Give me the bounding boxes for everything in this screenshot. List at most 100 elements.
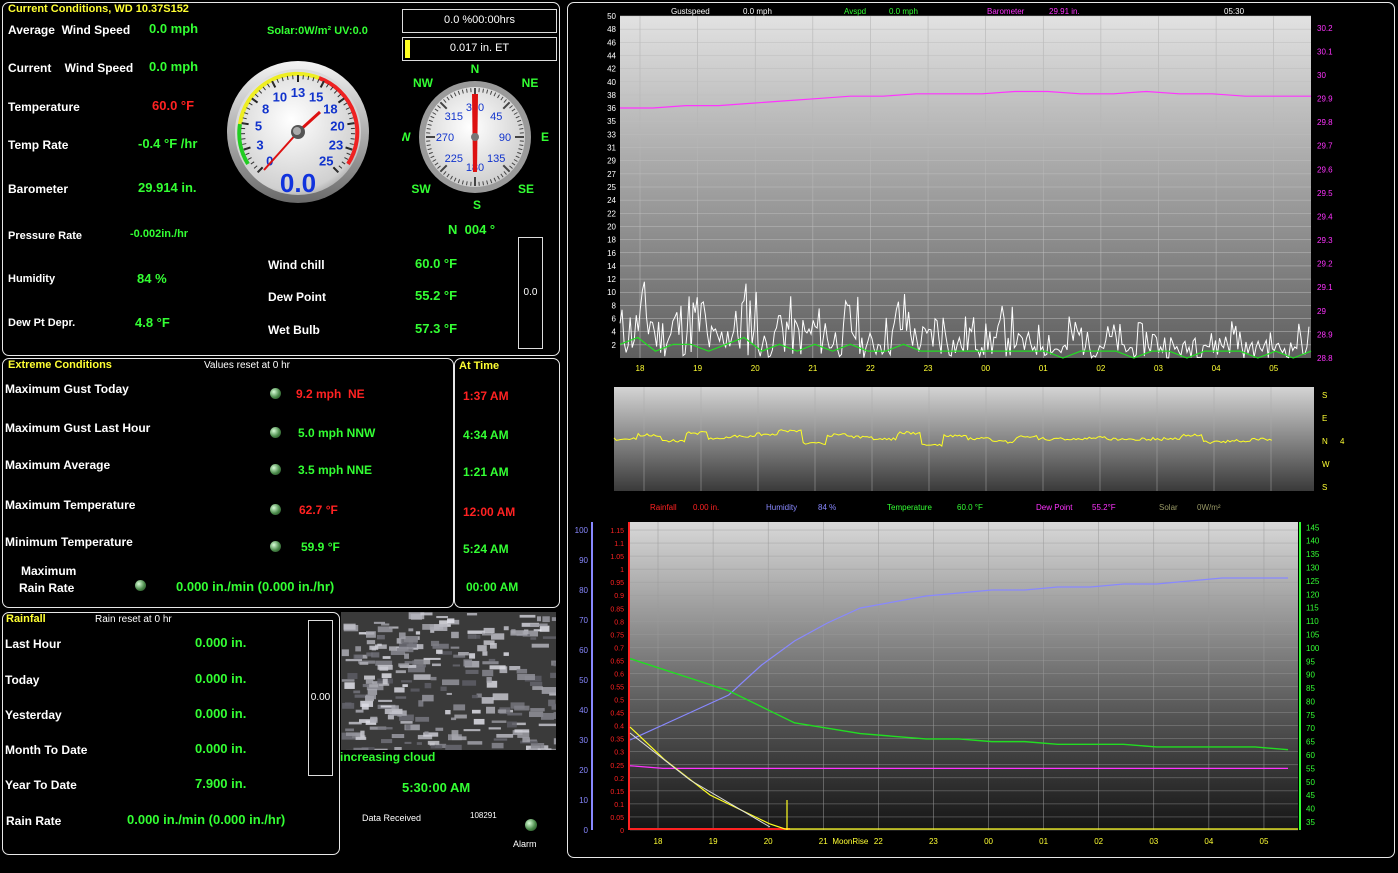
gauge-tick-label: 23 (329, 137, 343, 152)
bottom-y-rain-tick: 0.95 (610, 580, 624, 587)
top-y-tick: 29 (607, 157, 616, 166)
extreme-led-1 (270, 427, 281, 438)
bottom-y-temp-tick: 80 (1306, 697, 1315, 706)
gauge-tick-label: 10 (273, 89, 287, 104)
extreme-value-2: 3.5 mph NNE (298, 463, 373, 477)
rain-rate-value: 0.000 in./min (0.000 in./hr) (127, 812, 286, 827)
top-x-tick: 22 (866, 364, 875, 373)
legend-top-name-0: Gustspeed (671, 7, 710, 16)
rain-value-1: 0.000 in. (195, 671, 247, 686)
bottom-y-humidity-tick: 70 (579, 616, 588, 625)
gauge-tick-label: 15 (309, 89, 323, 104)
extreme-time-1: 4:34 AM (463, 428, 509, 442)
top-y2-tick: 29.1 (1317, 283, 1333, 292)
legend-top-value-1: 0.0 mph (889, 7, 918, 16)
bottom-y-temp-tick: 100 (1306, 644, 1320, 653)
bottom-y-rain-tick: 1.1 (614, 541, 624, 548)
extreme-led-3 (270, 504, 281, 515)
legend-bottom-name-2: Temperature (887, 503, 932, 512)
bottom-y-rain-tick: 0.7 (614, 645, 624, 652)
bottom-y-temp-tick: 145 (1306, 523, 1320, 532)
current-value-3: -0.4 °F /hr (138, 136, 198, 151)
extra-value-0: 60.0 °F (415, 256, 458, 271)
bottom-y-temp-tick: 95 (1306, 657, 1315, 666)
extreme-value-3: 62.7 °F (299, 503, 338, 517)
bottom-y-rain-tick: 0.3 (614, 750, 624, 757)
bottom-y-rain-tick: 0.85 (610, 606, 624, 613)
bottom-y-humidity-tick: 10 (579, 796, 588, 805)
bottom-y-temp-tick: 85 (1306, 684, 1315, 693)
rain-rate-label: Rain Rate (6, 814, 62, 828)
current-label-1: Current Wind Speed (8, 61, 134, 75)
top-y-tick: 22 (607, 209, 616, 218)
bottom-x-tick: 04 (1204, 837, 1213, 846)
bottom-y-temp-tick: 105 (1306, 630, 1320, 639)
bottom-y-rain-tick: 0.4 (614, 724, 624, 731)
bottom-y-rain-tick: 0.25 (610, 763, 624, 770)
bottom-y-humidity-tick: 60 (579, 646, 588, 655)
direction-current-value: 4 (1340, 437, 1345, 446)
top-y2-tick: 29.3 (1317, 236, 1333, 245)
top-y-tick: 50 (607, 12, 616, 21)
extra-value-2: 57.3 °F (415, 321, 458, 336)
direction-axis-label: N (1322, 437, 1328, 446)
bottom-y-temp-tick: 40 (1306, 805, 1315, 814)
extreme-value-4: 59.9 °F (301, 540, 340, 554)
extreme-time-3: 12:00 AM (463, 505, 516, 519)
bottom-y-rain-tick: 0.45 (610, 711, 624, 718)
gauge-tick-label: 3 (256, 137, 263, 152)
bottom-y-temp-tick: 70 (1306, 724, 1315, 733)
bottom-y-rain-tick: 0.65 (610, 658, 624, 665)
bottom-y-humidity-tick: 30 (579, 736, 588, 745)
sunshine-text: 0.0 %00:00hrs (444, 14, 515, 26)
max-rain-time: 00:00 AM (466, 580, 519, 594)
bottom-y-temp-tick: 75 (1306, 711, 1315, 720)
compass-degree-label: 45 (490, 111, 502, 123)
bottom-x-tick: 23 (929, 837, 938, 846)
current-value-2: 60.0 °F (152, 98, 195, 113)
legend-bottom-name-0: Rainfall (650, 503, 677, 512)
compass-degree-label: 270 (436, 132, 454, 144)
bottom-y-rain-tick: 1 (620, 567, 624, 574)
direction-axis-label: W (1322, 460, 1330, 469)
compass-degree-label: 315 (445, 111, 463, 123)
top-y-tick: 38 (607, 91, 616, 100)
wind-speed-gauge: 035810 13 1518202325 0.0 (227, 61, 369, 203)
top-y-tick: 4 (612, 328, 617, 337)
current-value-4: 29.914 in. (138, 180, 197, 195)
bottom-y-temp-tick: 90 (1306, 671, 1315, 680)
top-y-tick: 31 (607, 144, 616, 153)
top-x-tick: 02 (1096, 364, 1105, 373)
graphs-svg: Gustspeed 0.0 mph Avspd 0.0 mph Barometer 29.… (575, 7, 1345, 846)
gauge-tick-label: 5 (255, 119, 262, 134)
current-label-4: Barometer (8, 182, 69, 196)
rain-label-2: Yesterday (5, 708, 62, 722)
bottom-y-temp-tick: 60 (1306, 751, 1315, 760)
rain-value-0: 0.000 in. (195, 635, 247, 650)
top-y-tick: 35 (607, 117, 616, 126)
extreme-time-2: 1:21 AM (463, 465, 509, 479)
rain-side-box: 0.00 (308, 620, 333, 776)
current-value-1: 0.0 mph (149, 59, 199, 74)
legend-top-value-3: 05:30 (1224, 7, 1245, 16)
extreme-time-0: 1:37 AM (463, 389, 509, 403)
top-y2-tick: 29.2 (1317, 260, 1333, 269)
rain-label-3: Month To Date (5, 743, 88, 757)
extreme-label-4: Minimum Temperature (5, 535, 133, 549)
gauge-tick-label: 20 (330, 119, 344, 134)
top-x-tick: 00 (981, 364, 990, 373)
current-label-3: Temp Rate (8, 138, 69, 152)
bottom-y-rain-tick: 0.5 (614, 698, 624, 705)
moonrise-label: MoonRise (832, 837, 869, 846)
extra-label-0: Wind chill (268, 258, 325, 272)
top-y-tick: 25 (607, 183, 616, 192)
max-rain-value: 0.000 in./min (0.000 in./hr) (176, 579, 335, 594)
legend-bottom-name-1: Humidity (766, 503, 797, 512)
et-text: 0.017 in. ET (449, 42, 510, 54)
top-y-tick: 40 (607, 78, 616, 87)
max-rain-label-2: Rain Rate (19, 581, 75, 595)
et-box: 0.017 in. ET (402, 37, 557, 61)
legend-bottom-value-3: 55.2°F (1092, 503, 1116, 512)
extreme-label-3: Maximum Temperature (5, 498, 136, 512)
bottom-y-humidity-tick: 90 (579, 556, 588, 565)
